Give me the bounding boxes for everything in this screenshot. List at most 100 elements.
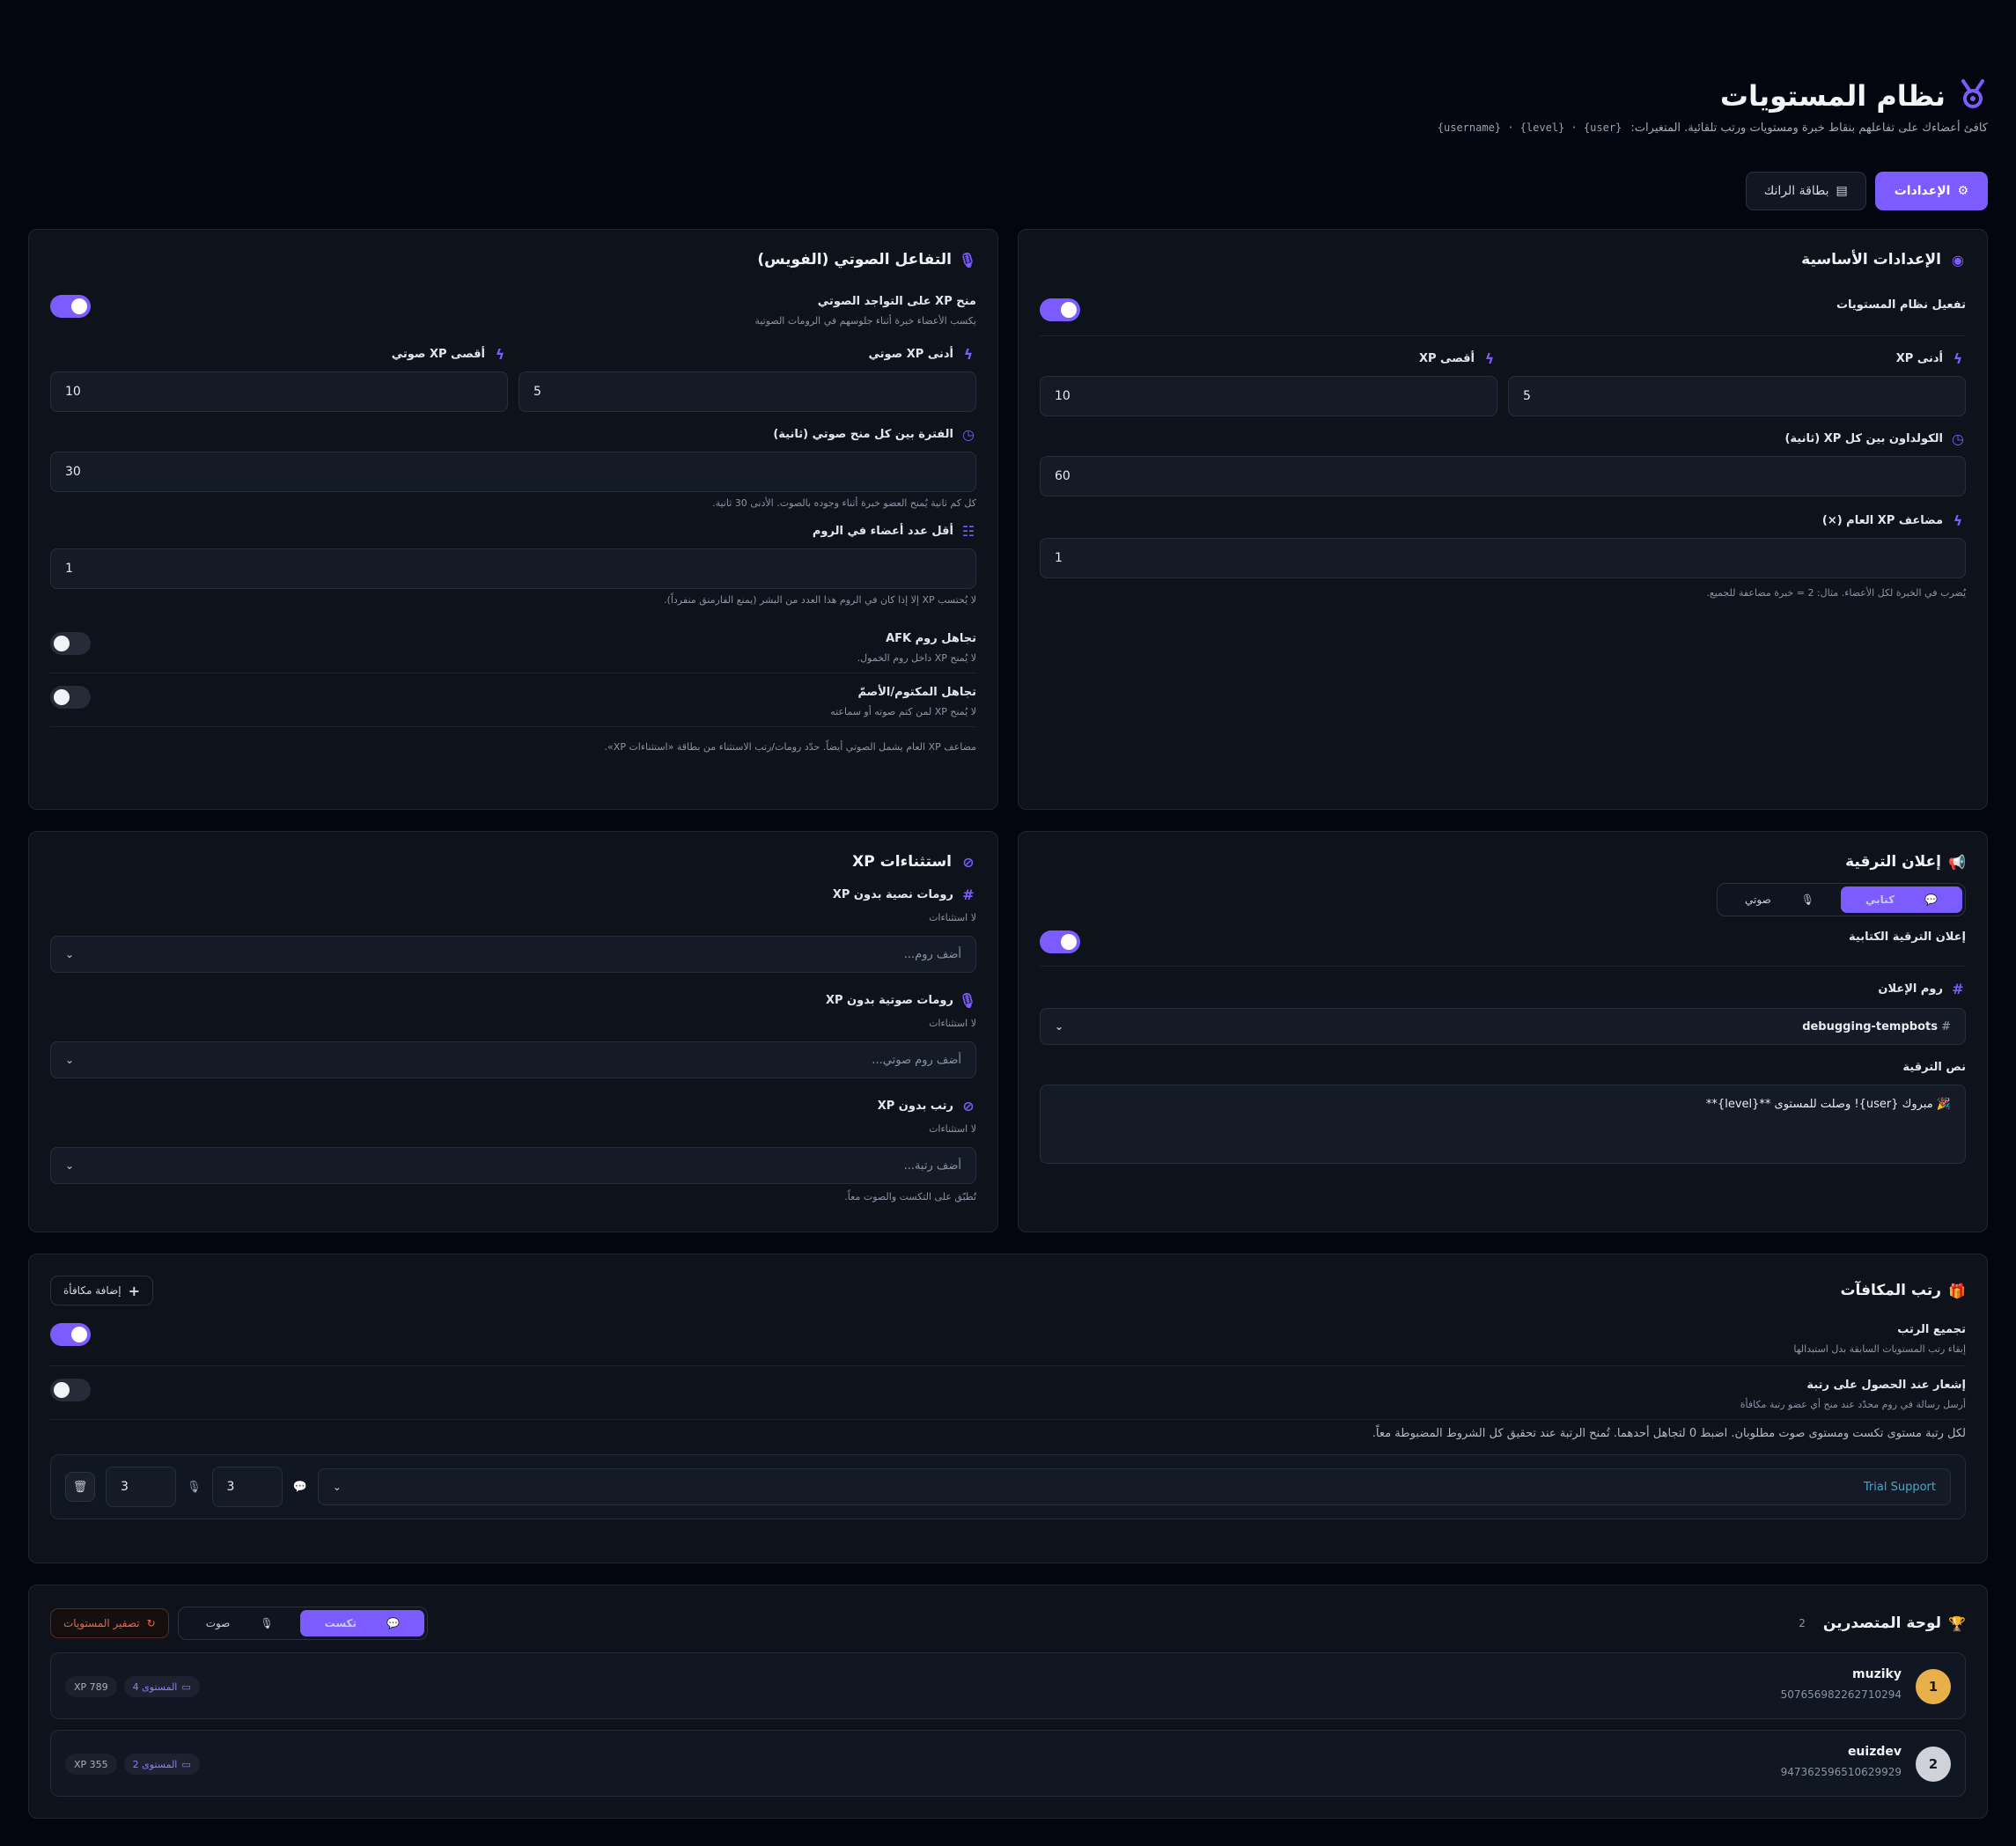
exceptions-title: استثناءات XP	[852, 853, 952, 871]
reward-role-name: Trial Support	[1863, 1480, 1936, 1494]
text-exceptions-label: # رومات نصية بدون XP	[50, 886, 976, 903]
tab-text-label: تكست	[324, 1617, 357, 1629]
leaderboard-row[interactable]: 2 euizdev 947362596510629929 ▭ المستوى 2 …	[50, 1730, 1966, 1797]
stack-roles-label: تجميع الرتب	[1897, 1323, 1966, 1336]
voice-exceptions-empty: لا استثناءات	[929, 1018, 976, 1029]
rewards-note: لكل رتبة مستوى تكست ومستوى صوت مطلوبان. …	[1372, 1427, 1966, 1440]
stack-roles-toggle[interactable]	[50, 1323, 91, 1346]
voice-grant-toggle[interactable]	[50, 295, 91, 318]
tab-text-label: كتابي	[1865, 894, 1895, 906]
max-xp-label-text: أقصى XP	[1418, 352, 1475, 365]
multiplier-input[interactable]: 1	[1040, 538, 1966, 578]
user-name: muziky	[1852, 1667, 1902, 1681]
chat-icon: 💬	[386, 1617, 400, 1629]
text-exceptions-select[interactable]: أضف روم... ⌄	[50, 936, 976, 973]
voice-interval-label-text: الفترة بين كل منح صوتي (ثانية)	[773, 428, 953, 441]
ignore-afk-hint: لا يُمنح XP داخل روم الخمول.	[857, 652, 976, 664]
voice-min-input[interactable]: 5	[519, 371, 976, 412]
role-exceptions-empty: لا استثناءات	[929, 1123, 976, 1135]
chat-icon: ▭	[181, 1681, 191, 1693]
id-card-icon: ▤	[1836, 184, 1848, 198]
level-pill: ▭ المستوى 2	[123, 1754, 200, 1775]
reward-role-select[interactable]: Trial Support ⌄	[317, 1468, 1951, 1505]
trash-icon[interactable]: 🗑	[65, 1472, 95, 1502]
settings-button[interactable]: ⚙ الإعدادات	[1874, 172, 1988, 210]
tab-voice-label: صوتي	[1745, 894, 1771, 906]
voice-interval-hint: كل كم ثانية يُمنح العضو خبرة أثناء وجوده…	[712, 497, 976, 509]
tab-text[interactable]: 💬 كتابي	[1841, 886, 1962, 913]
voice-exceptions-select[interactable]: أضف روم صوتي... ⌄	[50, 1041, 976, 1078]
levels-page: نظام المستويات كافئ أعضاءك على تفاعلهم ب…	[28, 0, 1988, 1846]
divider	[1040, 966, 1966, 967]
ignore-muted-label: تجاهل المكتوم/الأصمّ	[857, 686, 976, 699]
user-stats: ▭ المستوى 4 789 XP	[65, 1676, 200, 1697]
announce-title: إعلان الترقية	[1845, 853, 1941, 871]
settings-button-label: الإعدادات	[1894, 184, 1951, 198]
voice-title: التفاعل الصوتي (الفويس)	[757, 251, 952, 268]
channel-name: debugging-tempbots	[1802, 1019, 1938, 1033]
announce-message-input[interactable]: 🎉 مبروك {user}! وصلت للمستوى **{level}**	[1040, 1085, 1966, 1164]
multiplier-label: ϟ مضاعف XP العام (×)	[1040, 512, 1966, 529]
xp-range-row: ϟ أدنى XP 5 ϟ أقصى XP 10	[1040, 350, 1966, 416]
leaderboard-card: 🏆 لوحة المتصدرين 2 💬 تكست 🎙 صوت ↻ تصفير ال…	[28, 1585, 1988, 1819]
add-reward-button[interactable]: + إضافة مكافأة	[50, 1276, 153, 1305]
role-exceptions-select[interactable]: أضف رتبة... ⌄	[50, 1147, 976, 1184]
plus-icon: +	[128, 1282, 140, 1299]
text-exceptions-empty: لا استثناءات	[929, 912, 976, 923]
microphone-icon: 🎙	[1800, 894, 1815, 906]
announce-channel-select[interactable]: # debugging-tempbots ⌄	[1040, 1008, 1966, 1045]
rewards-header: 🎁 رتب المكافآت + إضافة مكافأة	[50, 1276, 1966, 1305]
min-members-label-text: أقل عدد أعضاء في الروم	[812, 525, 953, 538]
enable-levels-toggle[interactable]	[1040, 298, 1080, 321]
rank-card-button[interactable]: ▤ بطاقة الرانك	[1745, 172, 1866, 210]
tab-voice[interactable]: 🎙 صوتي	[1720, 886, 1839, 913]
exceptions-card: ⊘ استثناءات XP # رومات نصية بدون XP لا اس…	[28, 831, 998, 1232]
voice-interval-input[interactable]: 30	[50, 452, 976, 492]
level-text: المستوى 4	[132, 1681, 178, 1693]
microphone-icon: 🎙	[958, 992, 976, 1009]
gift-icon: 🎁	[1948, 1282, 1966, 1299]
announce-enable-toggle[interactable]	[1040, 930, 1080, 953]
min-xp-label: ϟ أدنى XP	[1508, 350, 1966, 367]
card-title: ◉ الإعدادات الأساسية	[1040, 251, 1966, 268]
ignore-afk-row: تجاهل روم AFK لا يُمنح XP داخل روم الخمو…	[50, 632, 976, 664]
gear-icon: ⚙	[1957, 184, 1968, 198]
xp-pill: 355 XP	[65, 1754, 117, 1775]
min-xp-input[interactable]: 5	[1508, 376, 1966, 416]
divider	[50, 1365, 1966, 1366]
cooldown-input[interactable]: 60	[1040, 456, 1966, 496]
exceptions-footer: تُطبّق على التكست والصوت معاً.	[844, 1191, 976, 1202]
notify-role-label: إشعار عند الحصول على رتبة	[1806, 1379, 1966, 1392]
tab-text[interactable]: 💬 تكست	[299, 1610, 424, 1636]
cooldown-label-text: الكولداون بين كل XP (ثانية)	[1784, 432, 1943, 445]
variables-list: {username} · {level} · {user}	[1437, 121, 1622, 134]
chat-icon: ▭	[181, 1758, 191, 1770]
user-off-icon: ⊘	[962, 853, 975, 871]
rank-badge: 1	[1916, 1669, 1951, 1704]
rank-card-button-label: بطاقة الرانك	[1763, 184, 1829, 198]
basic-settings-card: ◉ الإعدادات الأساسية تفعيل نظام المستويا…	[1018, 229, 1988, 810]
hash-icon: #	[962, 886, 975, 903]
voice-interval-label: ◷ الفترة بين كل منح صوتي (ثانية)	[50, 426, 976, 443]
min-members-input[interactable]: 1	[50, 548, 976, 589]
reset-levels-button[interactable]: ↻ تصفير المستويات	[50, 1608, 169, 1638]
tab-voice[interactable]: 🎙 صوت	[181, 1610, 298, 1636]
ignore-muted-toggle[interactable]	[50, 686, 91, 709]
ignore-afk-toggle[interactable]	[50, 632, 91, 655]
voice-grant-label: منح XP على التواجد الصوتي	[817, 295, 976, 308]
max-xp-input[interactable]: 10	[1040, 376, 1497, 416]
voice-max-input[interactable]: 10	[50, 371, 508, 412]
max-xp-label: ϟ أقصى XP	[1040, 350, 1497, 367]
level-text: المستوى 2	[132, 1758, 178, 1770]
notify-role-toggle[interactable]	[50, 1379, 91, 1401]
reset-levels-label: تصفير المستويات	[63, 1617, 140, 1629]
tab-voice-label: صوت	[205, 1617, 231, 1629]
role-exceptions-placeholder: أضف رتبة...	[903, 1158, 961, 1173]
multiplier-hint: يُضرب في الخبرة لكل الأعضاء. مثال: 2 = خ…	[1706, 587, 1966, 599]
reward-voice-level-input[interactable]: 3	[106, 1467, 176, 1507]
reward-text-level-input[interactable]: 3	[211, 1467, 283, 1507]
leaderboard-row[interactable]: 1 muziky 507656982262710294 ▭ المستوى 4 7…	[50, 1652, 1966, 1719]
voice-max-label-text: أقصى XP صوتي	[391, 348, 485, 361]
bolt-icon: ϟ	[1953, 512, 1963, 529]
user-id: 947362596510629929	[1780, 1766, 1902, 1778]
